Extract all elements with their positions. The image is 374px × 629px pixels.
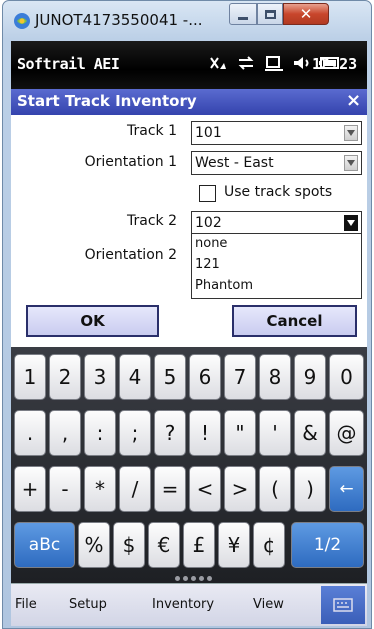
key-semicolon[interactable]: ; [119, 410, 151, 456]
maximize-button[interactable] [257, 3, 283, 25]
key-apostrophe[interactable]: ' [259, 410, 291, 456]
backspace-icon: ← [339, 479, 354, 499]
key-dollar[interactable]: $ [113, 522, 145, 568]
dropdown-option[interactable]: Phantom [192, 276, 361, 297]
key-ampersand[interactable]: & [294, 410, 326, 456]
status-app-name: Softrail AEI [17, 55, 120, 73]
track1-value: 101 [195, 125, 222, 141]
orientation2-label: Orientation 2 [84, 247, 177, 263]
key-open-paren[interactable]: ( [259, 466, 291, 512]
backspace-key[interactable]: ← [329, 466, 364, 512]
minimize-icon [238, 16, 248, 20]
close-icon: ✕ [299, 5, 313, 23]
minimize-button[interactable] [229, 3, 257, 25]
track1-label: Track 1 [127, 123, 177, 139]
key-5[interactable]: 5 [154, 354, 186, 400]
speaker-icon[interactable] [291, 53, 313, 73]
track2-dropdown-list: none 121 Phantom [191, 233, 362, 299]
key-9[interactable]: 9 [294, 354, 326, 400]
key-3[interactable]: 3 [84, 354, 116, 400]
key-7[interactable]: 7 [224, 354, 256, 400]
use-track-spots-label: Use track spots [224, 184, 333, 200]
key-exclamation[interactable]: ! [189, 410, 221, 456]
ok-button[interactable]: OK [26, 305, 159, 337]
dialog-close-button[interactable]: × [346, 90, 361, 111]
page-dot [199, 576, 204, 581]
key-equals[interactable]: = [154, 466, 186, 512]
key-asterisk[interactable]: * [84, 466, 116, 512]
key-pound[interactable]: £ [183, 522, 215, 568]
signal-off-icon[interactable] [207, 53, 229, 73]
key-page-toggle[interactable]: 1/2 [291, 522, 364, 568]
key-2[interactable]: 2 [49, 354, 81, 400]
key-euro[interactable]: € [148, 522, 180, 568]
key-0[interactable]: 0 [329, 354, 364, 400]
windows-mobile-icon [14, 13, 30, 29]
connectivity-icon[interactable] [263, 53, 285, 73]
orientation1-value: West - East [195, 155, 274, 171]
key-comma[interactable]: , [49, 410, 81, 456]
key-percent[interactable]: % [78, 522, 110, 568]
orientation1-select[interactable]: West - East [191, 151, 362, 175]
chevron-down-icon[interactable] [344, 155, 358, 171]
menu-bar: File Setup Inventory View [11, 583, 367, 626]
key-close-paren[interactable]: ) [294, 466, 326, 512]
dialog-title-bar: Start Track Inventory × [11, 89, 367, 115]
key-double-quote[interactable]: " [224, 410, 256, 456]
page-dot [175, 576, 180, 581]
key-minus[interactable]: - [49, 466, 81, 512]
key-6[interactable]: 6 [189, 354, 221, 400]
status-bar: Softrail AEI 12:23 [11, 41, 367, 89]
page-dot [207, 576, 212, 581]
key-slash[interactable]: / [119, 466, 151, 512]
chevron-down-icon[interactable] [344, 125, 358, 141]
menu-view[interactable]: View [253, 597, 284, 612]
dropdown-option[interactable]: none [192, 234, 361, 255]
menu-file[interactable]: File [15, 597, 37, 612]
key-4[interactable]: 4 [119, 354, 151, 400]
dropdown-option[interactable]: 121 [192, 255, 361, 276]
on-screen-keyboard: 1 2 3 4 5 6 7 8 9 0 . , : ; ? ! " ' & @ … [11, 347, 367, 583]
app-window: JUNOT4173550041 -... ✕ Softrail AEI 12:2… [2, 0, 372, 629]
key-cent[interactable]: ¢ [253, 522, 285, 568]
menu-setup[interactable]: Setup [69, 597, 107, 612]
key-colon[interactable]: : [84, 410, 116, 456]
page-dot [183, 576, 188, 581]
status-time: 12:23 [312, 55, 358, 73]
key-at[interactable]: @ [329, 410, 364, 456]
key-question[interactable]: ? [154, 410, 186, 456]
window-close-button[interactable]: ✕ [283, 3, 329, 25]
key-1[interactable]: 1 [14, 354, 46, 400]
key-plus[interactable]: + [14, 466, 46, 512]
page-dot [191, 576, 196, 581]
key-alpha-mode[interactable]: aBc [14, 522, 75, 568]
maximize-icon [264, 9, 276, 19]
key-8[interactable]: 8 [259, 354, 291, 400]
key-greater-than[interactable]: > [224, 466, 256, 512]
track2-label: Track 2 [127, 213, 177, 229]
device-screen: Softrail AEI 12:23 Start Track Inventory… [11, 41, 367, 626]
key-period[interactable]: . [14, 410, 46, 456]
menu-inventory[interactable]: Inventory [152, 597, 214, 612]
track2-select[interactable]: 102 [191, 211, 362, 234]
key-less-than[interactable]: < [189, 466, 221, 512]
chevron-down-icon[interactable] [344, 215, 358, 231]
track1-select[interactable]: 101 [191, 121, 362, 145]
keyboard-icon [333, 598, 353, 612]
orientation1-label: Orientation 1 [84, 154, 177, 170]
keyboard-toggle-button[interactable] [321, 586, 365, 624]
sync-icon[interactable] [235, 53, 257, 73]
keyboard-page-indicator [175, 576, 212, 581]
dialog-title: Start Track Inventory [17, 92, 197, 110]
key-yen[interactable]: ¥ [218, 522, 250, 568]
cancel-button[interactable]: Cancel [232, 305, 357, 337]
window-titlebar[interactable]: JUNOT4173550041 -... ✕ [3, 1, 371, 41]
window-title: JUNOT4173550041 -... [35, 11, 203, 29]
use-track-spots-checkbox[interactable] [199, 185, 216, 202]
track2-value: 102 [195, 215, 222, 231]
